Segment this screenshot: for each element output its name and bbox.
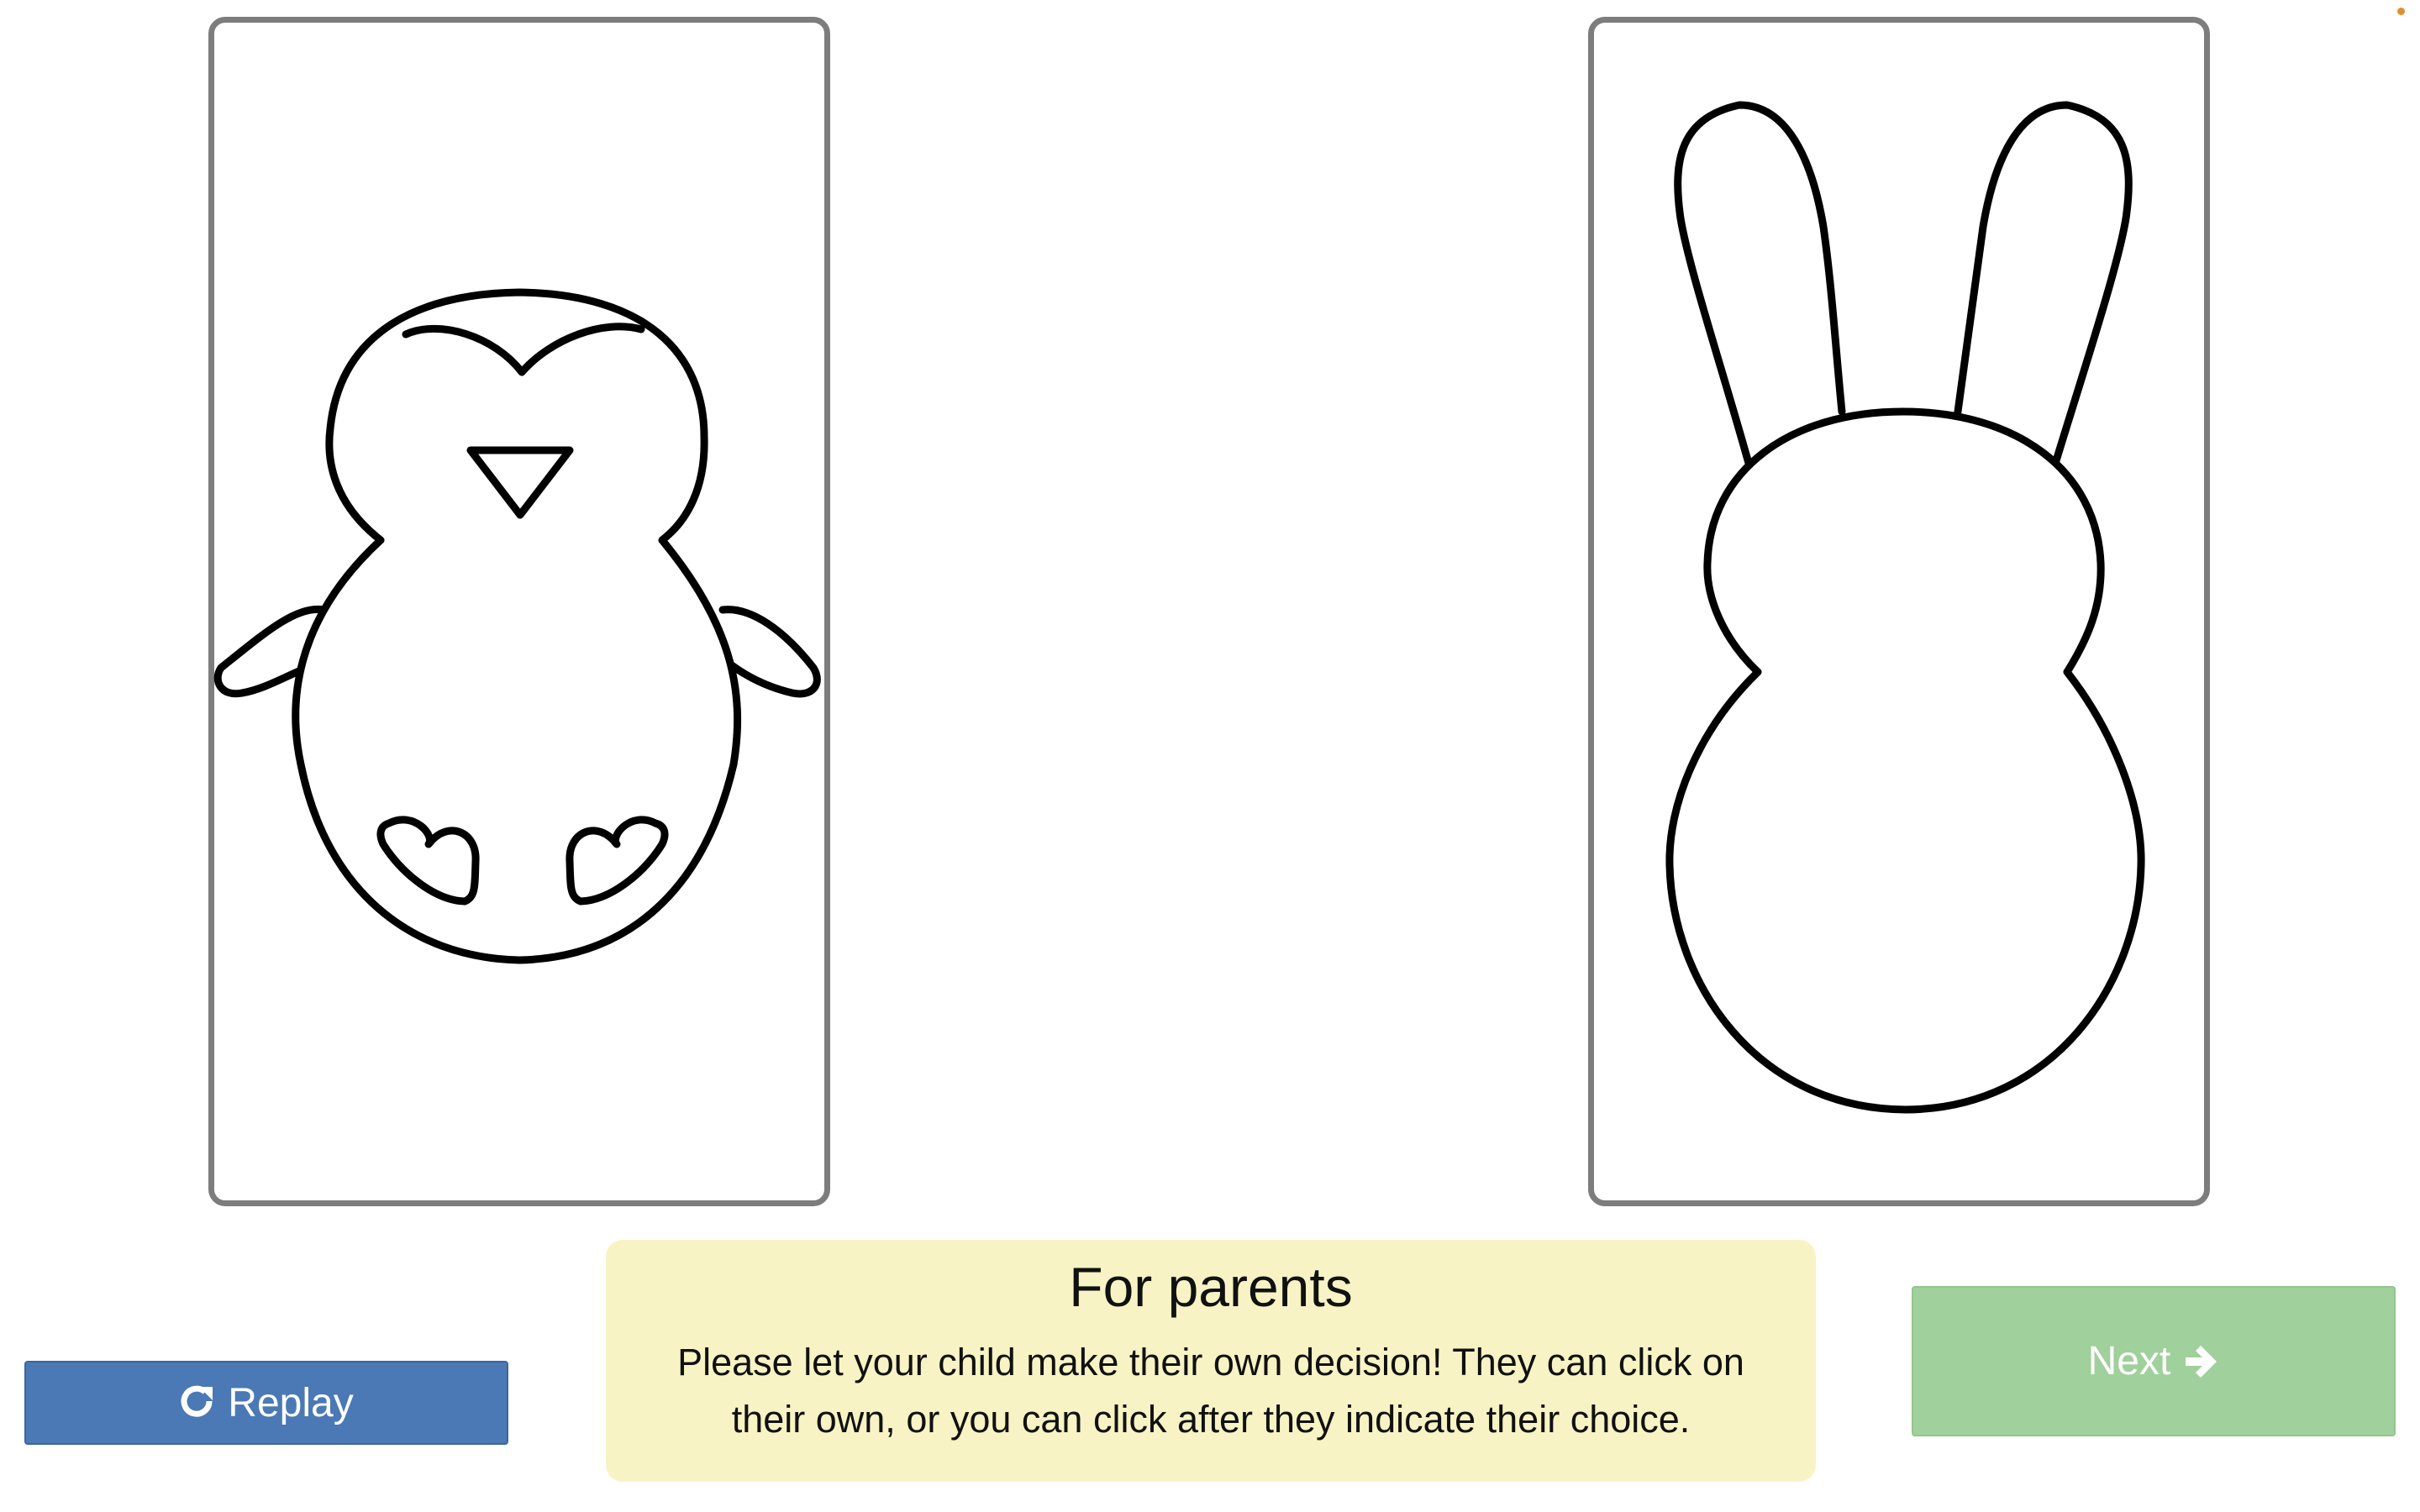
parents-notice-text: Please let your child make their own dec… (677, 1341, 1744, 1441)
replay-button[interactable]: Replay (24, 1361, 508, 1445)
next-button[interactable]: Next (1912, 1286, 2396, 1436)
status-indicator-dot (2397, 8, 2405, 15)
replay-button-label: Replay (228, 1380, 354, 1425)
bunny-icon (1665, 101, 2145, 1114)
study-page: For parents Please let your child make t… (0, 0, 2420, 1512)
choice-card-penguin[interactable] (208, 17, 830, 1206)
arrow-right-icon (2182, 1343, 2219, 1380)
choice-card-bunny[interactable] (1588, 17, 2210, 1206)
parents-notice: For parents Please let your child make t… (606, 1240, 1816, 1482)
refresh-icon (179, 1384, 216, 1421)
parents-notice-title: For parents (1069, 1256, 1353, 1318)
penguin-icon (213, 288, 821, 964)
next-button-label: Next (2087, 1339, 2171, 1383)
